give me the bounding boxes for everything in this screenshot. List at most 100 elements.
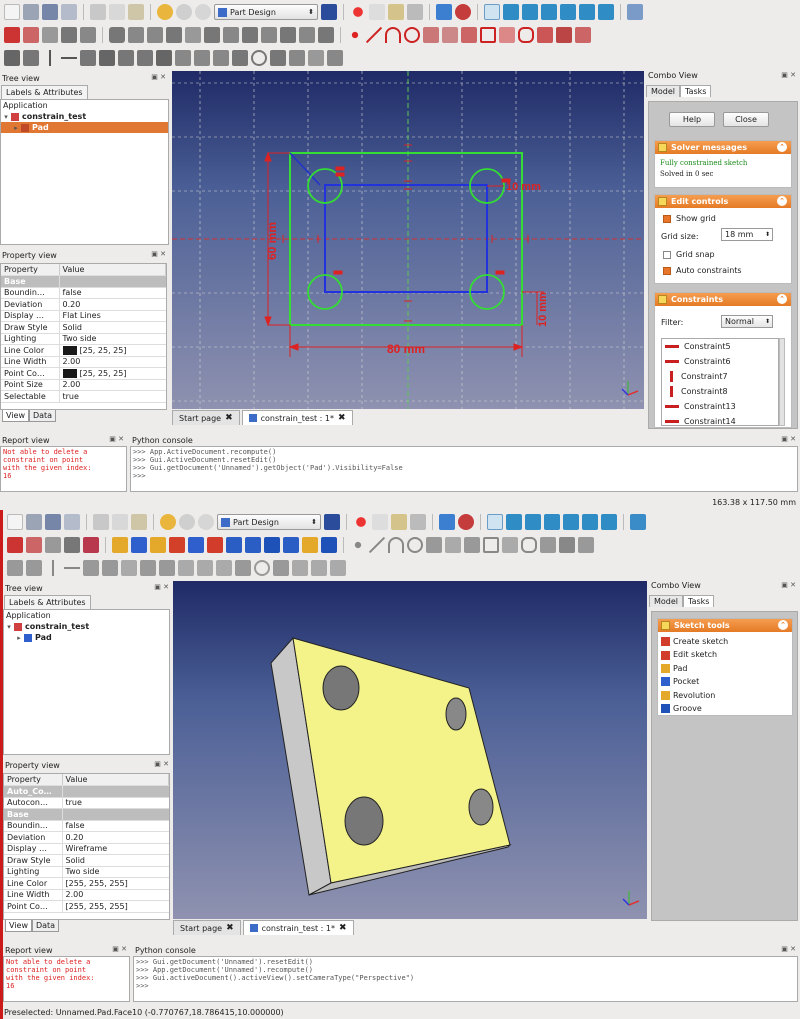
pad-hole[interactable]	[445, 697, 467, 731]
pad-icon[interactable]	[109, 27, 125, 43]
constraint-horizontal-icon[interactable]	[61, 50, 77, 66]
scaled-icon[interactable]	[299, 27, 315, 43]
pad-hole[interactable]	[322, 665, 360, 711]
edit-macro-icon[interactable]	[391, 514, 407, 530]
property-row[interactable]: Boundin… false	[4, 820, 169, 832]
property-value[interactable]: false	[62, 820, 169, 832]
undo-icon[interactable]	[157, 4, 173, 20]
property-group-row[interactable]: Base	[1, 275, 166, 288]
polar-pattern-icon[interactable]	[280, 27, 296, 43]
edit-macro-icon[interactable]	[388, 4, 404, 20]
property-row[interactable]: Draw Style Solid	[4, 854, 169, 867]
constraint-vertical-distance-icon[interactable]	[213, 50, 229, 66]
line-icon[interactable]	[366, 27, 382, 43]
help-button[interactable]: Help	[669, 112, 715, 127]
trim-icon[interactable]	[559, 537, 575, 553]
dock-controls-icon[interactable]: ▣ ✕	[112, 945, 127, 953]
property-value[interactable]	[62, 808, 169, 821]
view-rear-icon[interactable]	[563, 514, 579, 530]
part-3d-view[interactable]	[173, 581, 647, 919]
property-value[interactable]: true	[62, 797, 169, 809]
grid-snap-checkbox[interactable]: Grid snap	[663, 250, 715, 259]
pad-top-face[interactable]	[292, 637, 511, 884]
slot-icon[interactable]	[518, 27, 534, 43]
multitransform-icon[interactable]	[321, 537, 337, 553]
constraint-item[interactable]: Constraint6	[662, 354, 778, 369]
scaled-icon[interactable]	[302, 537, 318, 553]
collapse-icon[interactable]: ⌃	[777, 196, 787, 206]
tab-tasks[interactable]: Tasks	[680, 85, 712, 97]
view-front-icon[interactable]	[503, 4, 519, 20]
draw-style-icon[interactable]	[455, 4, 471, 20]
close-button[interactable]: Close	[723, 112, 769, 127]
constraint-radius-icon[interactable]	[254, 560, 270, 576]
close-icon[interactable]: ✖	[339, 923, 347, 933]
property-row[interactable]: Lighting Two side	[4, 866, 169, 878]
view-rear-icon[interactable]	[560, 4, 576, 20]
show-grid-checkbox[interactable]: Show grid	[663, 214, 716, 223]
cut-icon[interactable]	[90, 4, 106, 20]
sketch-tool-item[interactable]: Pocket	[661, 675, 789, 688]
view-sketch-icon[interactable]	[42, 27, 58, 43]
solver-messages-header[interactable]: Solver messages ⌃	[655, 141, 791, 154]
fillet-icon[interactable]	[188, 537, 204, 553]
constraint-equal-icon[interactable]	[140, 560, 156, 576]
new-file-icon[interactable]	[4, 4, 20, 20]
tab-model[interactable]: Model	[649, 595, 684, 607]
property-row[interactable]: Line Width 2.00	[1, 356, 166, 368]
edit-controls-header[interactable]: Edit controls ⌃	[655, 195, 791, 208]
property-row[interactable]: Autocon… true	[4, 797, 169, 809]
external-geometry-icon[interactable]	[575, 27, 591, 43]
view-top-icon[interactable]	[525, 514, 541, 530]
tab-data[interactable]: Data	[31, 920, 60, 932]
property-row[interactable]: Line Color [255, 255, 255]	[4, 877, 169, 890]
revolution-icon[interactable]	[150, 537, 166, 553]
stop-macro-icon[interactable]	[369, 4, 385, 20]
sketch-tools-header[interactable]: Sketch tools ⌃	[658, 619, 792, 632]
linear-pattern-icon[interactable]	[261, 27, 277, 43]
dim-height-label[interactable]: 60 mm	[265, 222, 279, 260]
view-top-icon[interactable]	[522, 4, 538, 20]
tab-data[interactable]: Data	[28, 410, 57, 422]
property-value[interactable]: [255, 255, 255]	[62, 900, 169, 913]
property-value[interactable]: Wireframe	[62, 843, 169, 855]
expand-arrow-icon[interactable]: ▸	[11, 124, 21, 132]
dim-width-label[interactable]: 80 mm	[387, 342, 425, 356]
auto-constraints-checkbox[interactable]: Auto constraints	[663, 266, 742, 275]
close-icon[interactable]: ✖	[338, 413, 346, 423]
open-file-icon[interactable]	[26, 514, 42, 530]
new-file-icon[interactable]	[7, 514, 23, 530]
tree-tab-labels[interactable]: Labels & Attributes	[1, 85, 88, 99]
conic-icon[interactable]	[426, 537, 442, 553]
property-row[interactable]: Line Color [25, 25, 25]	[1, 344, 166, 357]
bspline-icon[interactable]	[442, 27, 458, 43]
measure-icon[interactable]	[630, 514, 646, 530]
constraint-lock-icon[interactable]	[178, 560, 194, 576]
expand-arrow-icon[interactable]: ▾	[4, 623, 14, 631]
redo-icon[interactable]	[179, 514, 195, 530]
workbench-selector[interactable]: Part Design ⬍	[214, 4, 318, 20]
constraint-reference-icon[interactable]	[327, 50, 343, 66]
property-value[interactable]: 2.00	[59, 356, 166, 368]
view-left-icon[interactable]	[598, 4, 614, 20]
view-front-icon[interactable]	[506, 514, 522, 530]
view-bottom-icon[interactable]	[582, 514, 598, 530]
cut-icon[interactable]	[93, 514, 109, 530]
close-icon[interactable]: ✖	[226, 923, 234, 933]
close-icon[interactable]: ✖	[225, 413, 233, 423]
collapse-icon[interactable]: ⌃	[778, 620, 788, 630]
view-fit-icon[interactable]	[439, 514, 455, 530]
property-row[interactable]: Deviation 0.20	[1, 298, 166, 311]
part-canvas[interactable]	[173, 581, 647, 919]
pocket-icon[interactable]	[128, 27, 144, 43]
property-row[interactable]: Display … Wireframe	[4, 843, 169, 855]
linear-pattern-icon[interactable]	[264, 537, 280, 553]
property-row[interactable]: Draw Style Solid	[1, 321, 166, 334]
property-row[interactable]: Selectable true	[1, 390, 166, 403]
reorient-sketch-icon[interactable]	[80, 27, 96, 43]
constraint-parallel-icon[interactable]	[80, 50, 96, 66]
constraint-internal-icon[interactable]	[308, 50, 324, 66]
draft-icon[interactable]	[226, 537, 242, 553]
python-console[interactable]: >>> App.ActiveDocument.recompute() >>> G…	[130, 446, 798, 492]
view-iso-icon[interactable]	[487, 514, 503, 530]
